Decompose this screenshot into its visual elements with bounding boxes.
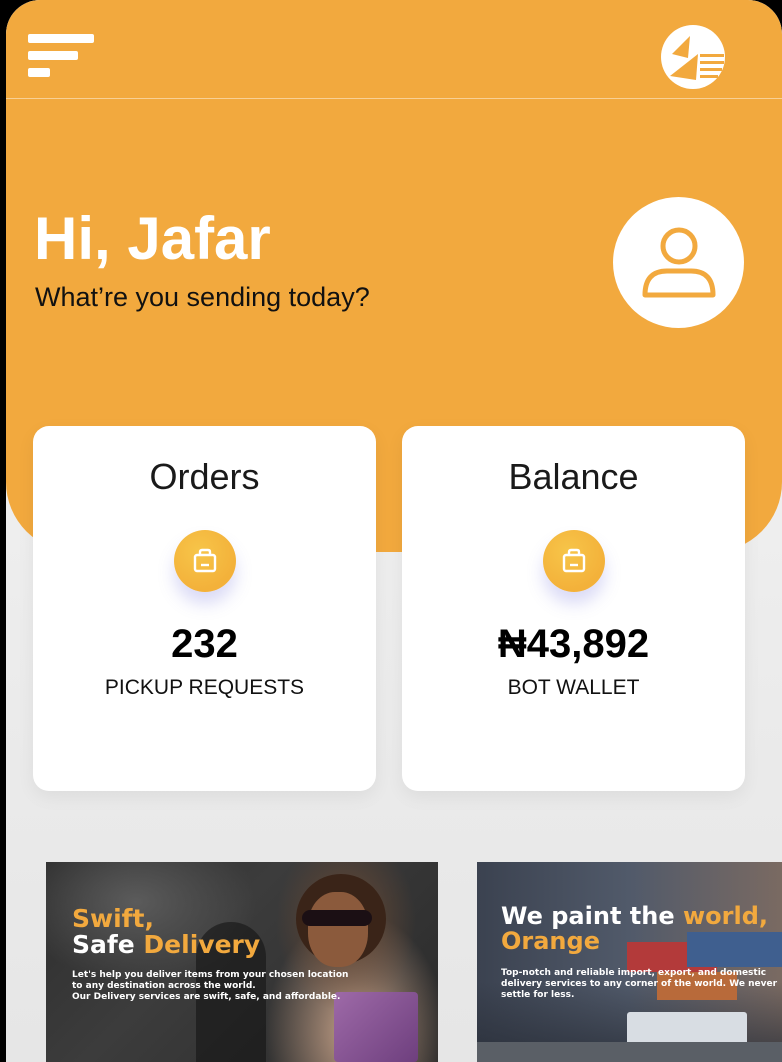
banner-photo-face — [308, 892, 368, 967]
banner-photo-road — [477, 1042, 782, 1062]
brand-logo-icon — [660, 24, 726, 90]
menu-icon-line-2 — [28, 51, 78, 60]
banner1-heading-line2-part2: Delivery — [143, 930, 261, 960]
banner1-text-line2: to any destination across the world. — [72, 980, 256, 991]
banner2-heading-line1: We paint the world, — [501, 902, 768, 930]
banner1-text-line1: Let's help you deliver items from your c… — [72, 970, 349, 980]
orders-card[interactable]: Orders 232 PICKUP REQUESTS — [33, 426, 376, 791]
greeting-title: Hi, Jafar — [34, 205, 271, 272]
orders-card-label: PICKUP REQUESTS — [104, 676, 305, 699]
banner1-text-line3: Our Delivery services are swift, safe, a… — [72, 991, 341, 1002]
balance-card-title: Balance — [508, 456, 639, 497]
banner2-heading-line2: Orange — [501, 927, 600, 956]
banner-photo-sunglasses — [302, 910, 372, 926]
menu-button[interactable] — [28, 32, 96, 78]
menu-icon-line-1 — [28, 34, 94, 43]
balance-card[interactable]: Balance ₦43,892 BOT WALLET — [402, 426, 745, 791]
banner2-text-line1: Top-notch and reliable import, export, a… — [501, 968, 767, 978]
banner1-heading-line2-part1: Safe — [72, 930, 144, 960]
banner2-text-line2: delivery services to any corner of the w… — [501, 978, 778, 989]
profile-avatar-button[interactable] — [613, 197, 744, 328]
banner2-heading-line1-part2: world, — [682, 902, 768, 930]
topbar-divider — [6, 98, 782, 99]
banner2-text-line3: settle for less. — [501, 989, 575, 1000]
promo-banner-swift-delivery[interactable]: Swift, Safe Delivery Let's help you deli… — [46, 862, 438, 1062]
greeting-subtitle: What’re you sending today? — [35, 282, 370, 312]
orders-card-title: Orders — [149, 456, 260, 497]
balance-card-label: BOT WALLET — [507, 676, 640, 699]
banner-photo-shopping-bag — [334, 992, 418, 1062]
menu-icon-line-3 — [28, 68, 50, 77]
banner2-heading-line1-part1: We paint the — [501, 902, 683, 930]
shopping-bag-icon — [173, 530, 236, 592]
banner2-text: Top-notch and reliable import, export, a… — [501, 968, 777, 1000]
banner1-heading-line2: Safe Delivery — [72, 932, 260, 958]
banner2-heading: We paint the world, Orange — [501, 902, 768, 956]
banner1-text: Let's help you deliver items from your c… — [72, 970, 348, 1002]
user-icon — [642, 227, 715, 297]
banner1-heading: Swift, Safe Delivery — [72, 904, 260, 959]
wallet-balance: ₦43,892 — [497, 622, 650, 666]
orders-count: 232 — [171, 622, 238, 666]
app-screen: Hi, Jafar What’re you sending today? Ord… — [6, 0, 782, 1062]
banner1-heading-line1: Swift, — [72, 904, 154, 933]
promo-banner-paint-orange[interactable]: We paint the world, Orange Top-notch and… — [477, 862, 782, 1062]
shopping-bag-icon — [542, 530, 605, 592]
